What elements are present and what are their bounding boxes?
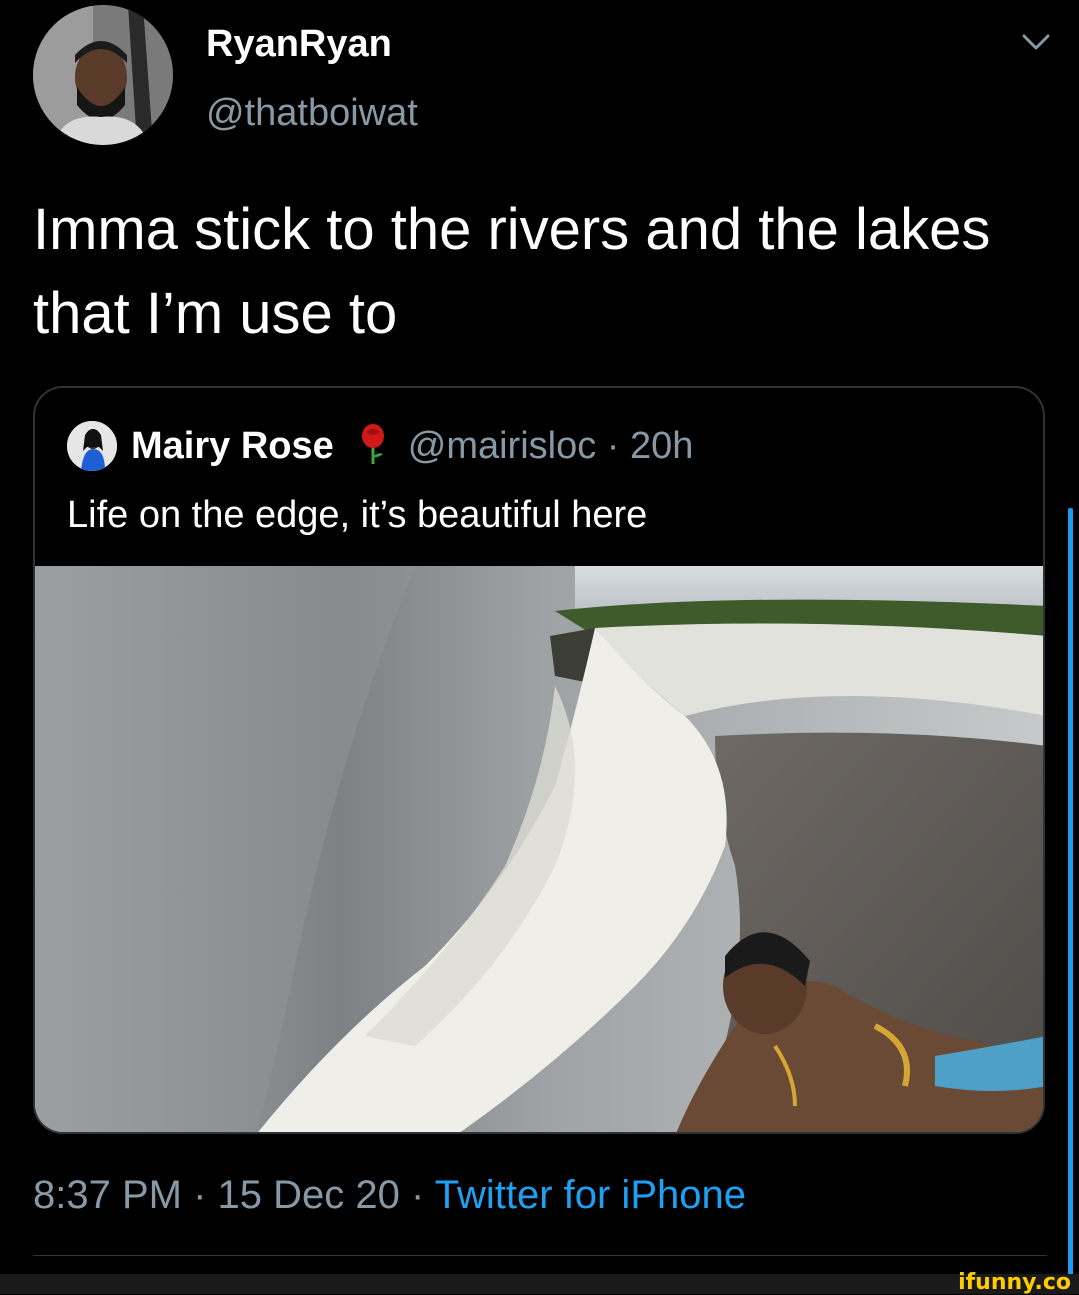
quoted-separator: ·: [606, 425, 620, 467]
tweet-date[interactable]: 15 Dec 20: [218, 1173, 400, 1217]
person-avatar-icon: [33, 5, 173, 145]
divider: [33, 1255, 1047, 1256]
ifunny-watermark: ifunny.co: [958, 1270, 1071, 1295]
scrollbar[interactable]: [1068, 508, 1073, 1278]
quoted-author-avatar[interactable]: [67, 421, 117, 471]
quoted-tweet-text: Life on the edge, it’s beautiful here: [67, 494, 648, 536]
meta-separator: ·: [411, 1173, 425, 1217]
tweet-source-link[interactable]: Twitter for iPhone: [435, 1173, 746, 1217]
tweet-time[interactable]: 8:37 PM: [33, 1173, 182, 1217]
waterfall-photo: [35, 566, 1043, 1132]
rose-icon: [361, 424, 384, 464]
person-avatar-icon: [67, 421, 117, 471]
chevron-down-icon[interactable]: [1016, 26, 1056, 58]
watermark-bar: [0, 1274, 1079, 1294]
author-handle[interactable]: @thatboiwat: [206, 89, 418, 137]
tweet-text: Imma stick to the rivers and the lakes t…: [33, 197, 991, 346]
quoted-tweet-header: Mairy Rose @mairisloc · 20h: [131, 422, 693, 470]
author-avatar[interactable]: [33, 5, 173, 145]
quoted-author-handle[interactable]: @mairisloc: [408, 425, 596, 467]
quoted-author-display-name[interactable]: Mairy Rose: [131, 425, 334, 467]
quoted-tweet-media[interactable]: [35, 566, 1043, 1132]
author-display-name[interactable]: RyanRyan: [206, 20, 392, 68]
quoted-timestamp[interactable]: 20h: [630, 425, 693, 467]
tweet-meta: 8:37 PM · 15 Dec 20 · Twitter for iPhone: [33, 1170, 746, 1220]
quoted-tweet-card[interactable]: Mairy Rose @mairisloc · 20h Life on the …: [33, 386, 1045, 1134]
meta-separator: ·: [193, 1173, 207, 1217]
